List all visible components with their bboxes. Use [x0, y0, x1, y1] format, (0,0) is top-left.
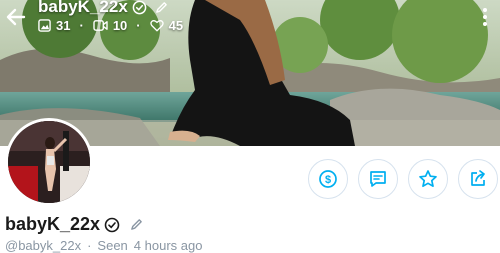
- video-icon: [93, 20, 108, 31]
- message-button[interactable]: [358, 159, 398, 199]
- more-options-icon[interactable]: [478, 6, 492, 28]
- share-icon: [471, 170, 485, 186]
- image-icon: [38, 19, 51, 32]
- avatar[interactable]: [5, 118, 93, 206]
- profile-name: babyK_22x: [5, 214, 101, 234]
- heart-icon: [149, 20, 164, 32]
- cover-image: babyK_22x 31 · 10 · 45: [0, 0, 500, 146]
- header-title: babyK_22x: [38, 0, 128, 16]
- meta-separator: ·: [87, 238, 92, 253]
- star-icon: [419, 170, 437, 188]
- photos-count: 31: [56, 18, 71, 33]
- message-icon: [370, 171, 386, 187]
- last-seen-value: 4 hours ago: [133, 238, 203, 253]
- likes-stat: 45: [149, 18, 184, 33]
- header-title-row: babyK_22x: [38, 0, 168, 17]
- top-bar: babyK_22x 31 · 10 · 45: [0, 0, 500, 44]
- stats-separator: ·: [136, 18, 141, 33]
- likes-count: 45: [168, 18, 184, 33]
- profile-name-row: babyK_22x: [5, 214, 143, 235]
- header-stats: 31 · 10 · 45: [38, 18, 183, 33]
- profile-actions: $: [308, 159, 498, 199]
- tip-button[interactable]: $: [308, 159, 348, 199]
- seen-label: Seen: [97, 238, 128, 253]
- share-button[interactable]: [458, 159, 498, 199]
- stats-separator: ·: [79, 18, 84, 33]
- dollar-icon: $: [319, 170, 337, 188]
- profile-handle[interactable]: @babyk_22x: [5, 238, 81, 253]
- favorite-button[interactable]: [408, 159, 448, 199]
- svg-text:$: $: [325, 174, 331, 186]
- edit-pencil-icon[interactable]: [130, 218, 143, 231]
- videos-stat: 10: [93, 18, 127, 33]
- verified-icon: [132, 0, 147, 14]
- edit-pencil-icon[interactable]: [155, 1, 168, 14]
- avatar-photo: [8, 121, 90, 203]
- verified-icon: [104, 217, 120, 232]
- profile-meta: @babyk_22x · Seen 4 hours ago: [5, 238, 202, 253]
- videos-count: 10: [112, 18, 128, 33]
- back-arrow-icon[interactable]: [6, 7, 26, 27]
- photos-stat: 31: [38, 18, 70, 33]
